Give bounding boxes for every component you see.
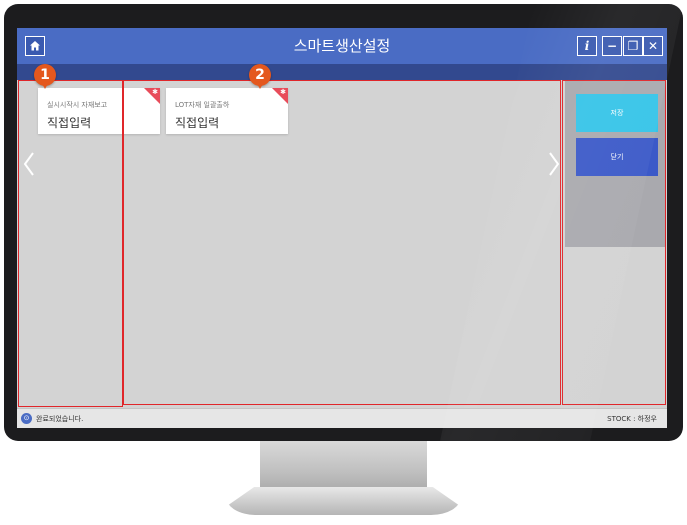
status-user: STOCK : 하정우 <box>607 415 657 423</box>
annotation-marker-2: 2 <box>249 64 271 89</box>
close-icon: ✕ <box>647 39 659 53</box>
region-outline-3 <box>562 80 666 405</box>
app-screen: 스마트생산설정 i − ❐ ✕ 저장 닫기 실시시작시 자재보고 직접입력 ✱ … <box>17 28 667 428</box>
close-button[interactable]: ✕ <box>643 36 663 56</box>
title-bar: 스마트생산설정 i − ❐ ✕ <box>17 28 667 64</box>
info-icon: i <box>584 39 590 53</box>
info-button[interactable]: i <box>577 36 597 56</box>
status-info-icon: ⊙ <box>21 413 32 424</box>
restore-icon: ❐ <box>627 39 639 53</box>
region-outline-1 <box>18 80 123 407</box>
monitor-stand-neck <box>260 441 427 493</box>
sub-header-bar <box>17 64 667 80</box>
restore-button[interactable]: ❐ <box>623 36 643 56</box>
minimize-icon: − <box>606 39 618 53</box>
region-outline-2 <box>123 80 561 405</box>
minimize-button[interactable]: − <box>602 36 622 56</box>
window-title: 스마트생산설정 <box>293 37 391 55</box>
annotation-marker-1: 1 <box>34 64 56 89</box>
monitor-stand-base <box>226 487 461 515</box>
status-message: 완료되었습니다. <box>36 415 84 423</box>
status-bar: ⊙ 완료되었습니다. STOCK : 하정우 <box>17 408 667 428</box>
